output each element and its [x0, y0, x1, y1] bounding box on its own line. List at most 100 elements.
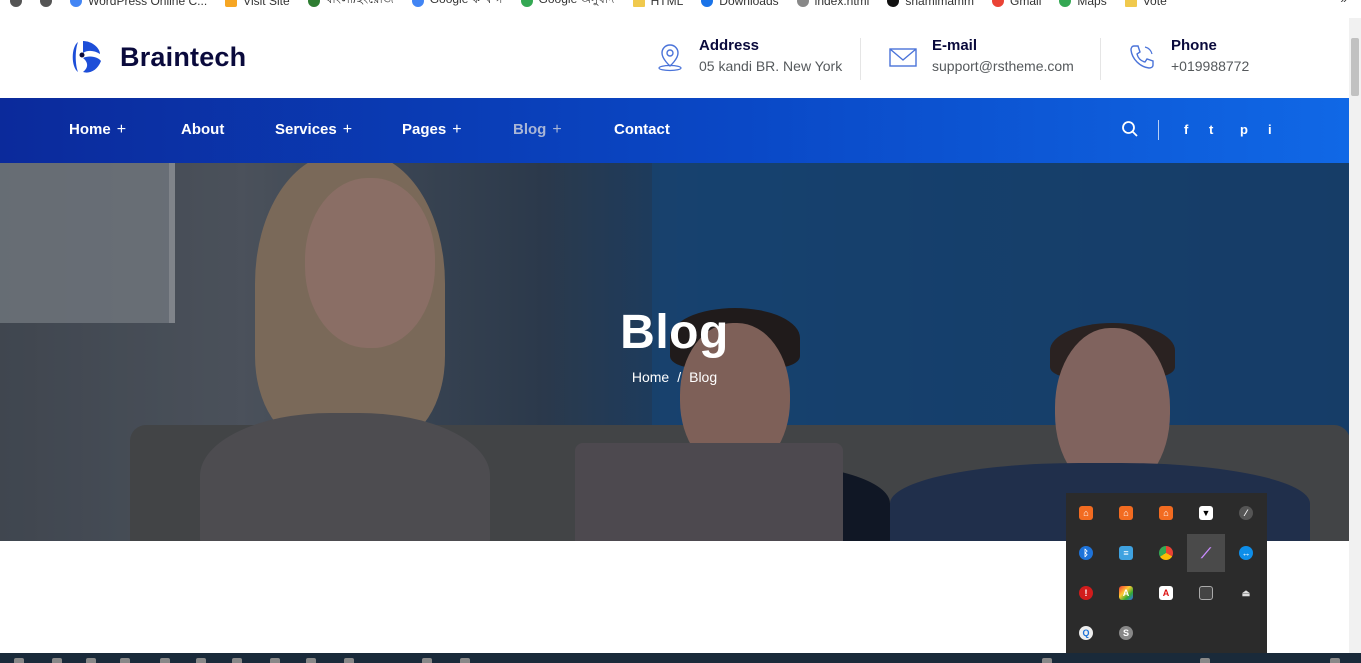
site-header: Braintech Address 05 kandi BR. New York …: [0, 18, 1349, 98]
divider: [1158, 120, 1159, 140]
page-title: Blog: [620, 306, 729, 359]
tray-item[interactable]: ᛒ: [1067, 534, 1105, 572]
tray-status-icon: [1200, 658, 1210, 663]
nav-item-blog[interactable]: Blog +: [513, 121, 562, 139]
address-title: Address: [699, 37, 760, 54]
tray-item[interactable]: ⌂: [1107, 494, 1145, 532]
instagram-icon[interactable]: i: [1268, 122, 1272, 137]
nav-item-home[interactable]: Home +: [69, 121, 126, 139]
tray-item[interactable]: A: [1147, 574, 1185, 612]
app-icon[interactable]: [344, 658, 354, 663]
nav-item-contact[interactable]: Contact: [614, 121, 670, 138]
site-icon: [307, 0, 320, 7]
brand-logo[interactable]: Braintech: [68, 38, 246, 76]
phone-value[interactable]: +019988772: [1171, 56, 1249, 76]
bookmarks-more-button[interactable]: »: [1340, 0, 1347, 6]
tray-item[interactable]: ⟋: [1187, 534, 1225, 572]
antivirus-icon: !: [1079, 586, 1093, 600]
tray-item[interactable]: ▼: [1187, 494, 1225, 532]
bookmark-item[interactable]: Google অনুবাদ: [520, 0, 615, 11]
bookmark-item[interactable]: Maps: [1059, 0, 1107, 8]
file-icon: [796, 0, 809, 7]
facebook-icon[interactable]: f: [1184, 122, 1188, 137]
notification-icon[interactable]: [1330, 658, 1340, 663]
nav-item-pages[interactable]: Pages +: [402, 121, 462, 139]
nav-item-services[interactable]: Services +: [275, 121, 352, 139]
nav-item-about[interactable]: About: [181, 121, 224, 138]
email-value[interactable]: support@rstheme.com: [932, 56, 1074, 76]
scrollbar-thumb[interactable]: [1351, 38, 1359, 96]
cloud-off-icon: ⁄: [1239, 506, 1253, 520]
windows-taskbar: [0, 653, 1361, 663]
app-icon[interactable]: [422, 658, 432, 663]
app-icon[interactable]: [196, 658, 206, 663]
bookmarks-bar: WordPress Online C... Visit Site বাংলা/ই…: [0, 0, 1361, 10]
bookmark-item[interactable]: Visit Site: [225, 0, 290, 8]
bookmark-item[interactable]: Vote: [1124, 0, 1167, 8]
xampp-icon: ⌂: [1119, 506, 1133, 520]
breadcrumb-home-link[interactable]: Home: [632, 369, 669, 385]
twitter-icon[interactable]: t: [1209, 122, 1213, 137]
bookmark-item[interactable]: index.html: [796, 0, 869, 8]
tray-item[interactable]: ⁄: [1227, 494, 1265, 532]
phone-title: Phone: [1171, 37, 1217, 54]
bookmark-item[interactable]: Downloads: [701, 0, 779, 8]
maps-icon: [1059, 0, 1072, 7]
bookmark-item[interactable]: WordPress Online C...: [70, 0, 207, 8]
expand-icon: +: [116, 121, 127, 138]
bookmark-item[interactable]: shamimamm: [887, 0, 974, 8]
tray-item[interactable]: ⌂: [1067, 494, 1105, 532]
tray-item[interactable]: ≡: [1107, 534, 1145, 572]
app-icon[interactable]: [232, 658, 242, 663]
app-icon[interactable]: [306, 658, 316, 663]
page-scrollbar[interactable]: [1349, 18, 1361, 655]
search-icon[interactable]: [52, 658, 62, 663]
bookmark-item[interactable]: Google ক খ গ: [411, 0, 503, 11]
email-title: E-mail: [932, 37, 978, 54]
site-icon: [225, 0, 238, 7]
shield-icon: ▼: [1199, 506, 1213, 520]
tray-item[interactable]: !: [1067, 574, 1105, 612]
pen-icon: ⟋: [1201, 544, 1211, 561]
tray-item[interactable]: S: [1107, 614, 1145, 652]
font-icon: A: [1119, 586, 1133, 600]
pinterest-icon[interactable]: p: [1240, 122, 1248, 137]
breadcrumb-current: Blog: [689, 369, 718, 385]
tray-item[interactable]: ⏏: [1227, 574, 1265, 612]
start-icon[interactable]: [14, 658, 24, 663]
tray-item[interactable]: A: [1107, 574, 1145, 612]
tray-item[interactable]: [1147, 534, 1185, 572]
envelope-icon: [889, 48, 917, 67]
email-info: E-mail support@rstheme.com: [888, 36, 1074, 76]
main-navigation: Home + About Services + Pages + Blog + Conta…: [0, 98, 1349, 163]
bookmark-item[interactable]: বাংলা/ইংরেজি: [307, 0, 394, 11]
search-tool-icon: Q: [1079, 626, 1093, 640]
task-view-icon[interactable]: [86, 658, 96, 663]
tray-item[interactable]: ⌂: [1147, 494, 1185, 532]
tray-item[interactable]: ↔: [1227, 534, 1265, 572]
tray-item[interactable]: Q: [1067, 614, 1105, 652]
app-icon[interactable]: [270, 658, 280, 663]
folder-icon: [1124, 0, 1137, 7]
page-banner: Blog Home / Blog: [0, 163, 1349, 541]
app-icon[interactable]: [460, 658, 470, 663]
folder-icon: [632, 0, 645, 7]
github-icon: [887, 0, 900, 7]
network-icon: ≡: [1119, 546, 1133, 560]
skype-icon: S: [1119, 626, 1133, 640]
address-value: 05 kandi BR. New York: [699, 58, 843, 74]
expand-icon: +: [452, 121, 462, 138]
tray-item[interactable]: [1187, 574, 1225, 612]
brain-logo-icon: [72, 41, 101, 73]
divider: [860, 38, 861, 80]
bookmark-item[interactable]: HTML: [632, 0, 683, 8]
app-icon[interactable]: [120, 658, 130, 663]
brand-name: Braintech: [120, 41, 247, 72]
tray-expand-icon[interactable]: [1042, 658, 1052, 663]
page: WordPress Online C... Visit Site বাংলা/ই…: [0, 0, 1361, 663]
browser-icon: [40, 0, 52, 7]
search-button[interactable]: [1121, 120, 1139, 143]
map-pin-icon: [658, 44, 682, 72]
bookmark-item[interactable]: Gmail: [992, 0, 1041, 8]
app-icon[interactable]: [160, 658, 170, 663]
